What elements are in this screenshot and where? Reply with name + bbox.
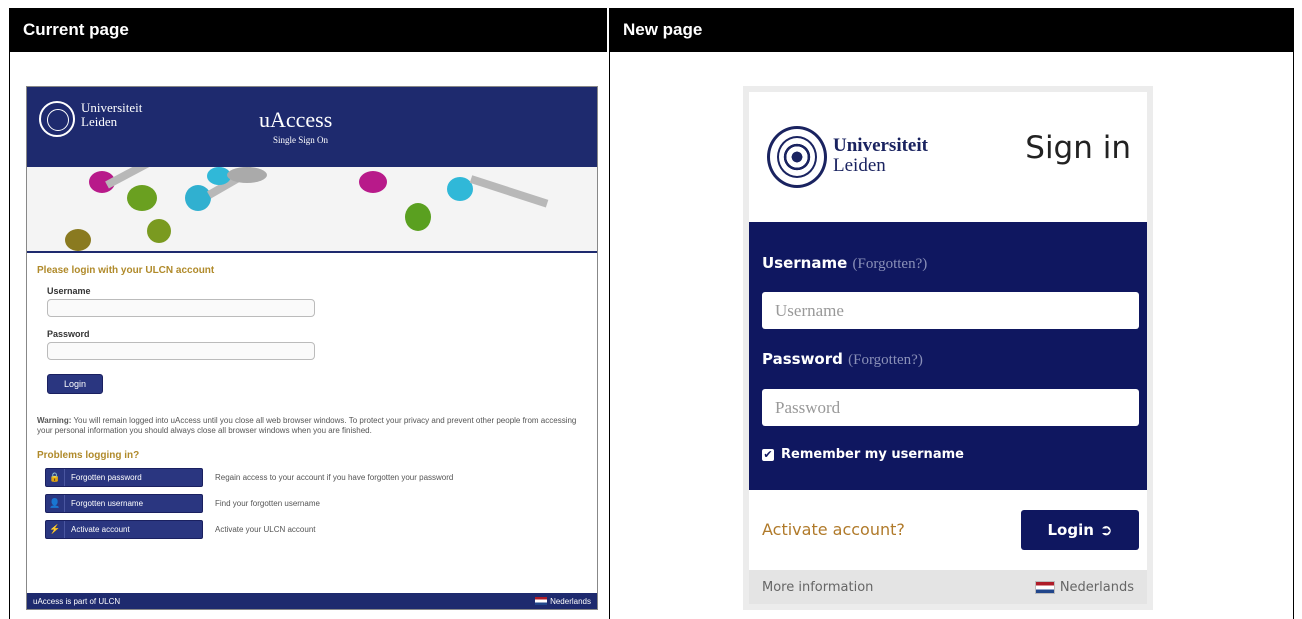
password-forgotten-link[interactable]: (Forgotten?) [848,352,923,368]
new-password-label: Password (Forgotten?) [762,350,923,368]
new-username-input[interactable]: Username [762,292,1139,329]
forgotten-username-button[interactable]: 👤 Forgotten username [45,494,203,513]
old-login-heading: Please login with your ULCN account [37,265,215,276]
new-login-card: Universiteit Leiden Sign in Username (Fo… [749,92,1147,604]
old-problem-row: 🔒 Forgotten password Regain access to you… [37,468,587,487]
old-warning-text: Warning: You will remain logged into uAc… [37,416,577,435]
old-university-name: Universiteit Leiden [81,100,143,129]
lock-icon: 🔒 [46,469,65,486]
old-login-form: Please login with your ULCN account User… [27,253,597,547]
old-language-link[interactable]: Nederlands [535,597,591,606]
university-seal-icon [39,101,75,137]
new-university-name: Universiteit Leiden [833,135,928,176]
sign-in-title: Sign in [1025,130,1131,166]
activate-account-desc: Activate your ULCN account [215,525,316,534]
activate-account-link[interactable]: Activate account? [762,520,905,539]
new-username-label: Username (Forgotten?) [762,254,928,272]
old-problem-row: ⚡ Activate account Activate your ULCN acc… [37,520,587,539]
new-language-link[interactable]: Nederlands [1034,580,1134,595]
old-login-button[interactable]: Login [47,374,103,394]
bolt-icon: ⚡ [46,521,65,538]
new-header: Universiteit Leiden Sign in [749,92,1147,222]
dutch-flag-icon [535,597,548,606]
old-login-page: Universiteit Leiden uAccess Single Sign … [26,86,598,610]
forgotten-password-desc: Regain access to your account if you hav… [215,473,454,482]
old-footer: uAccess is part of ULCN Nederlands [27,593,597,609]
university-seal-icon [767,126,827,188]
activate-account-button[interactable]: ⚡ Activate account [45,520,203,539]
old-username-label: Username [47,286,91,296]
new-login-form: Username (Forgotten?) Username Password … [749,222,1147,490]
new-password-input[interactable]: Password [762,389,1139,426]
more-information-link[interactable]: More information [762,580,873,595]
keys-banner-image [27,167,597,253]
new-login-button[interactable]: Login ➲ [1021,510,1139,550]
old-problem-row: 👤 Forgotten username Find your forgotten … [37,494,587,513]
remember-username-checkbox[interactable]: ✔ Remember my username [762,447,964,462]
old-password-input[interactable] [47,342,315,360]
old-app-subtitle: Single Sign On [273,135,329,145]
dutch-flag-icon [1034,580,1055,594]
comparison-header: Current page New page [9,8,1294,52]
user-icon: 👤 [46,495,65,512]
sign-in-icon: ➲ [1099,521,1113,539]
username-forgotten-link[interactable]: (Forgotten?) [853,256,928,272]
old-app-title: uAccess [259,107,333,132]
new-footer: More information Nederlands [749,570,1147,604]
old-banner: Universiteit Leiden uAccess Single Sign … [27,87,597,167]
column-divider [609,52,610,619]
new-login-page: Universiteit Leiden Sign in Username (Fo… [743,86,1153,610]
checkmark-icon: ✔ [762,447,774,461]
current-page-heading: Current page [9,8,609,52]
old-footer-text: uAccess is part of ULCN [33,596,121,606]
forgotten-password-button[interactable]: 🔒 Forgotten password [45,468,203,487]
old-problems-heading: Problems logging in? [37,450,140,461]
old-password-label: Password [47,329,90,339]
old-username-input[interactable] [47,299,315,317]
new-page-heading: New page [623,20,703,39]
forgotten-username-desc: Find your forgotten username [215,499,320,508]
